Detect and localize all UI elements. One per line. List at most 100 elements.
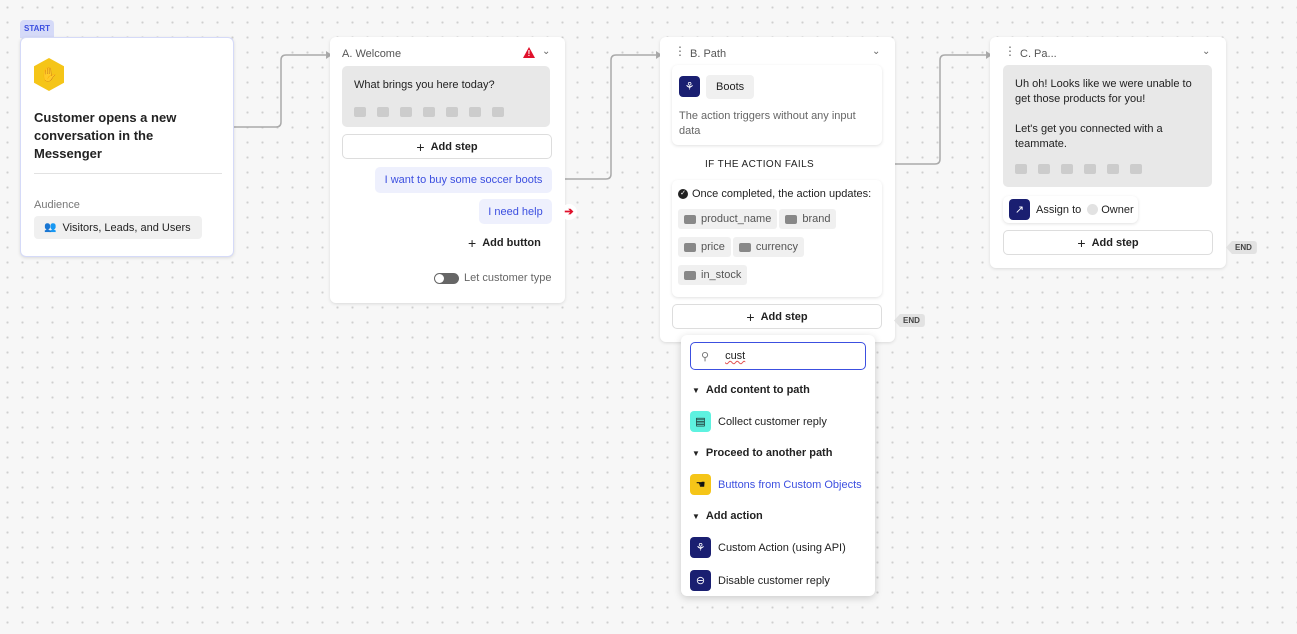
menu-item-label: Collect customer reply [718,415,827,428]
attachment-icon[interactable] [446,107,458,117]
app-icon[interactable] [492,107,504,117]
emoji-icon[interactable] [1015,164,1027,174]
attribute-chip[interactable]: brand [779,209,837,229]
section-label: Add action [705,510,763,522]
add-step-button[interactable]: + Add step [342,134,552,159]
article-icon[interactable] [1061,164,1073,174]
gif-icon[interactable] [377,107,389,117]
reply-button[interactable]: I need help [479,199,552,224]
welcome-card[interactable]: A. Welcome ! ⌄ What brings you here toda… [330,37,577,303]
attribute-chip[interactable]: currency [732,237,805,257]
audience-chip[interactable]: 👥 Visitors, Leads, and Users [34,216,202,239]
add-button[interactable]: + Add button [468,235,541,251]
webhook-icon: ⚘ [690,537,711,558]
attribute-icon [738,242,751,252]
message-bubble[interactable]: Uh oh! Looks like we were unable to get … [1003,65,1212,187]
assign-icon: ↗ [1009,199,1030,220]
divider [34,173,222,174]
chevron-down-icon[interactable]: ⌄ [542,46,550,57]
number-icon [684,270,696,280]
attribute-label: currency [755,241,799,253]
wave-hand-icon: ✋ [34,58,64,91]
chevron-down-icon[interactable]: ⌄ [872,46,880,57]
path-c-card[interactable]: ⋮ C. Pa... ⌄ Uh oh! Looks like we were u… [990,37,1226,268]
action-card[interactable]: ⚘ Boots The action triggers without any … [672,65,882,145]
message-bubble[interactable]: What brings you here today? [342,66,550,127]
attribute-label: brand [802,213,831,225]
attribute-chip[interactable]: in_stock [678,265,748,285]
action-name[interactable]: Boots [706,75,755,99]
attachment-icon[interactable] [1107,164,1119,174]
audience-label: Audience [34,199,80,211]
end-tag: END [1226,241,1257,254]
arrow-right-icon[interactable]: ➔ [561,204,577,220]
plus-icon: + [746,308,755,325]
fail-branch-label: IF THE ACTION FAILS [705,159,815,170]
search-input[interactable]: ⚲ cust [690,342,866,370]
attribute-label: price [701,241,725,253]
chat-icon: ▤ [690,411,711,432]
menu-item-buttons-from-custom-objects[interactable]: ☚ Buttons from Custom Objects [681,468,875,501]
app-icon[interactable] [1130,164,1142,174]
start-card[interactable]: ✋ Customer opens a new conversation in t… [20,37,234,257]
image-icon[interactable] [423,107,435,117]
assign-target: Owner [1101,203,1134,216]
drag-handle-icon[interactable]: ⋮ [1004,45,1016,57]
message-toolbar [354,107,538,117]
message-text: What brings you here today? [354,79,495,91]
action-description: The action triggers without any input da… [679,110,856,137]
avatar [1087,204,1099,215]
section-header[interactable]: ▼ Add content to path [681,375,875,405]
assign-action[interactable]: ↗ Assign to Owner [1003,196,1138,223]
start-tag: START [20,20,54,38]
search-value: cust [725,350,746,362]
video-icon[interactable] [469,107,481,117]
warning-icon[interactable]: ! [523,47,535,58]
attribute-chip[interactable]: product_name [678,209,778,229]
plus-icon: + [468,235,477,251]
check-circle-icon: ✓ [678,189,688,199]
section-header[interactable]: ▼ Add action [681,501,875,531]
connector-start-welcome [234,54,326,128]
message-text: Let's get you connected with a teammate. [1015,123,1163,150]
minus-circle-icon: ⊖ [690,570,711,591]
menu-item-label: Disable customer reply [718,574,830,587]
menu-item-collect-customer-reply[interactable]: ▤ Collect customer reply [681,405,875,438]
attribute-chip[interactable]: price [678,237,731,257]
audience-value: Visitors, Leads, and Users [62,221,191,234]
add-step-dropdown: ⚲ cust ▼ Add content to path ▤ Collect cus… [681,335,875,596]
section-header[interactable]: ▼ Proceed to another path [681,438,875,468]
message-text: Uh oh! Looks like we were unable to get … [1015,78,1192,105]
gif-icon[interactable] [1038,164,1050,174]
section-label: Add content to path [705,384,810,396]
updates-label: Once completed, the action updates: [692,188,872,200]
add-step-button[interactable]: + Add step [1003,230,1213,255]
add-step-button[interactable]: + Add step [672,304,882,329]
menu-item-custom-action[interactable]: ⚘ Custom Action (using API) [681,531,875,564]
emoji-icon[interactable] [354,107,366,117]
reply-button[interactable]: I want to buy some soccer boots [375,167,552,193]
chevron-down-icon[interactable]: ⌄ [1202,46,1210,57]
webhook-icon: ⚘ [679,76,700,97]
attribute-icon [785,214,798,224]
add-button-label: Add button [482,237,541,249]
caret-down-icon: ▼ [692,511,700,521]
pointer-icon: ☚ [690,474,711,495]
message-toolbar [1015,164,1200,174]
path-b-card[interactable]: ⋮ B. Path ⌄ ⚘ Boots The action triggers … [660,37,895,342]
search-icon: ⚲ [701,350,710,363]
plus-icon: + [416,138,425,155]
start-title: Customer opens a new conversation in the… [34,110,177,161]
drag-handle-icon[interactable]: ⋮ [674,45,686,57]
menu-item-disable-customer-reply[interactable]: ⊖ Disable customer reply [681,564,875,597]
path-title: C. Pa... [1020,48,1057,60]
path-title: A. Welcome [342,48,402,60]
add-step-label: Add step [760,310,808,323]
add-step-label: Add step [430,140,478,153]
path-title: B. Path [690,48,727,60]
toggle-label: Let customer type [464,272,552,284]
let-customer-type-toggle[interactable] [434,273,459,284]
image-icon[interactable] [1084,164,1096,174]
article-icon[interactable] [400,107,412,117]
assign-label: Assign to [1036,203,1082,216]
